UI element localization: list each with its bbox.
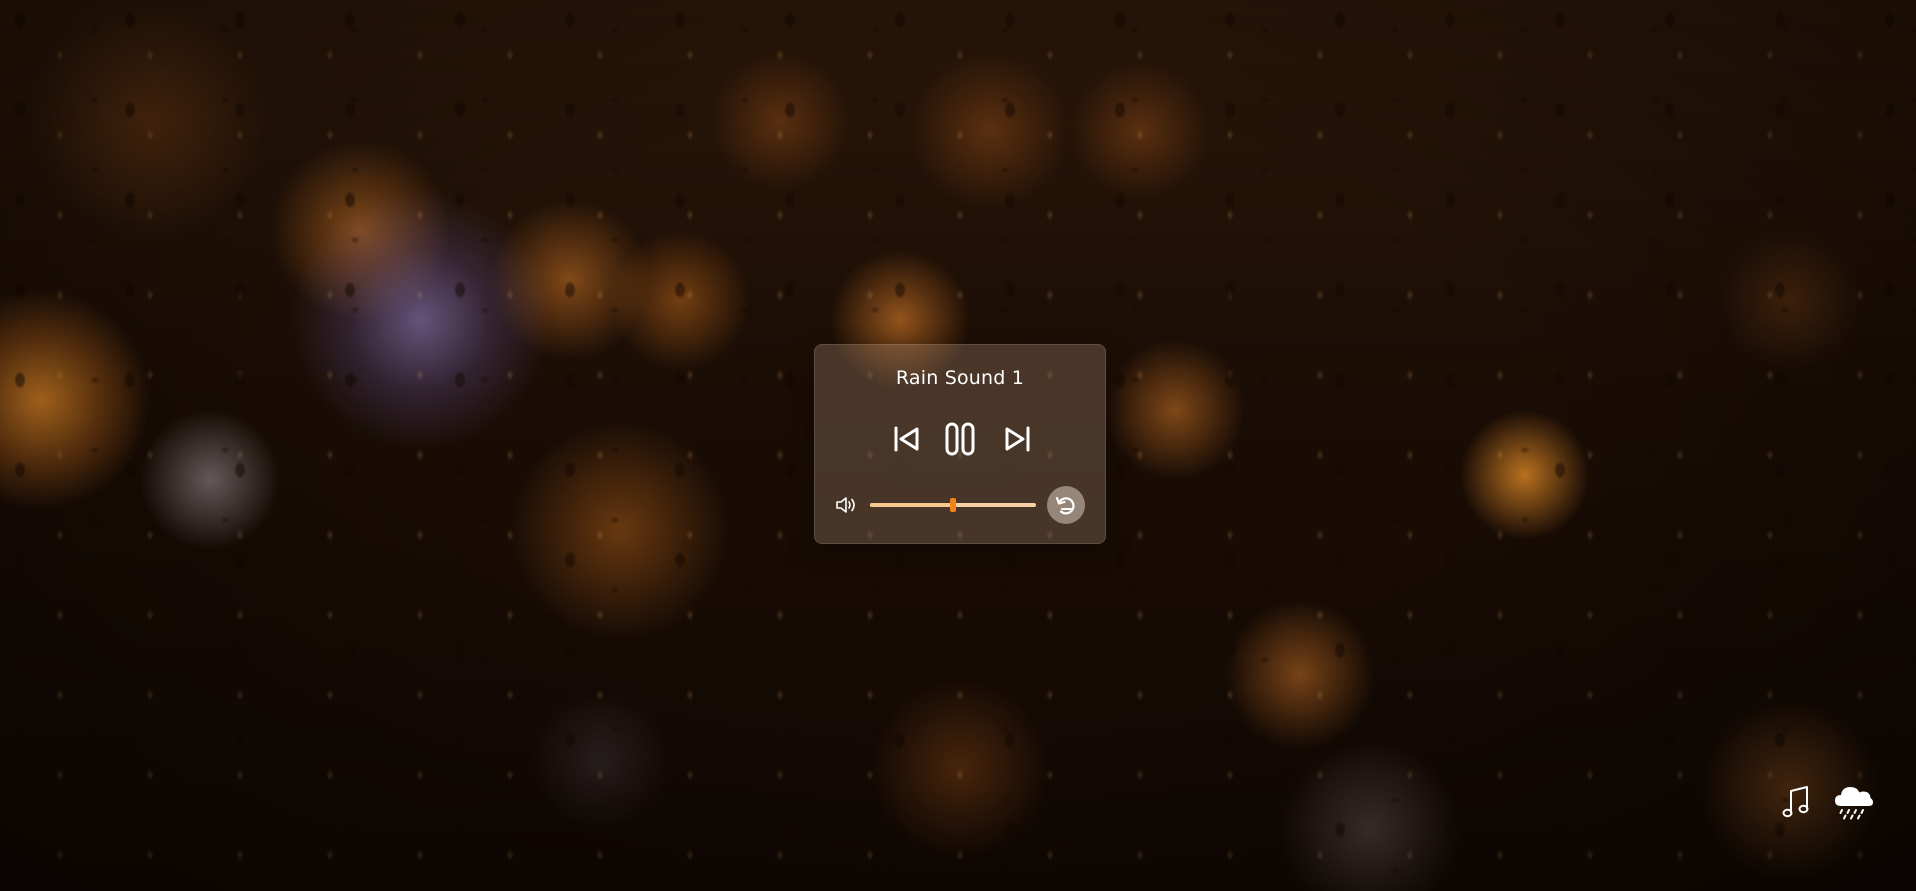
music-button[interactable] bbox=[1780, 782, 1814, 822]
loop-button[interactable] bbox=[1047, 486, 1085, 524]
music-note-icon bbox=[1782, 786, 1809, 818]
audio-player-card: Rain Sound 1 bbox=[814, 344, 1106, 544]
next-button[interactable] bbox=[1001, 419, 1033, 459]
skip-previous-icon bbox=[894, 426, 919, 452]
volume-row bbox=[815, 485, 1105, 525]
speaker-icon[interactable] bbox=[835, 496, 859, 514]
volume-slider-fill bbox=[870, 503, 953, 507]
pause-button[interactable] bbox=[941, 419, 981, 459]
playback-controls bbox=[815, 419, 1105, 459]
skip-next-icon bbox=[1005, 426, 1030, 452]
loop-icon bbox=[1055, 496, 1075, 515]
rain-cloud-icon bbox=[1835, 787, 1873, 820]
pause-icon bbox=[945, 422, 975, 456]
rain-button[interactable] bbox=[1832, 782, 1874, 822]
track-title: Rain Sound 1 bbox=[895, 367, 1025, 389]
volume-slider[interactable] bbox=[870, 498, 1036, 512]
sound-mode-buttons bbox=[1770, 782, 1880, 822]
volume-slider-thumb[interactable] bbox=[950, 498, 956, 512]
previous-button[interactable] bbox=[891, 419, 923, 459]
